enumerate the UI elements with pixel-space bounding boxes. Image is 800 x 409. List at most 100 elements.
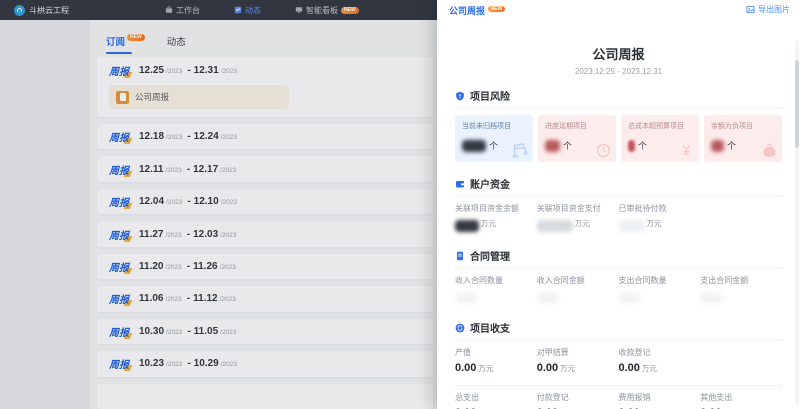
- masked-value: [628, 140, 635, 152]
- masked-value: [619, 220, 645, 232]
- tab-label: 动态: [167, 34, 186, 48]
- nav-new-badge: NEW: [341, 7, 359, 14]
- weekly-report-list: 周报 12.25/2023-12.31/2023 公司周报 周报 12.18/2…: [97, 57, 433, 409]
- date-start-year: /2023: [165, 232, 181, 239]
- stat-label: 付款登记: [537, 392, 619, 404]
- date-end-year: /2023: [220, 329, 236, 336]
- stat-unit: 万元: [642, 363, 657, 374]
- stat-approved-pending: 已审批待付款 万元: [619, 203, 701, 234]
- report-row[interactable]: 周报 10.30/2023-11.05/2023: [97, 319, 433, 344]
- date-separator: -: [187, 196, 190, 207]
- date-start-year: /2023: [165, 264, 181, 271]
- date-end-year: /2023: [221, 68, 237, 75]
- date-end-year: /2023: [221, 199, 237, 206]
- date-start-year: /2023: [166, 68, 182, 75]
- yen-icon: [678, 142, 695, 159]
- report-row[interactable]: 周报 11.20/2023-11.26/2023: [97, 254, 433, 279]
- masked-value: [455, 293, 477, 303]
- panel-scrollbar-thumb[interactable]: [795, 60, 799, 148]
- nav-item-smartboard[interactable]: 智能看板 NEW: [295, 5, 359, 16]
- image-icon: [746, 5, 755, 14]
- stat-value: 0.00: [537, 362, 558, 374]
- date-end-year: /2023: [220, 296, 236, 303]
- masked-value: [537, 220, 573, 232]
- stat-unit: 万元: [560, 363, 575, 374]
- tab-subscribed[interactable]: 订阅 NEW: [106, 34, 145, 54]
- date-range: 12.25/2023-12.31/2023: [139, 65, 239, 76]
- stat-total-expense: 总支出 0.00万元: [455, 392, 537, 409]
- risk-card-label: 余额为负项目: [711, 121, 776, 131]
- logo-icon: [14, 5, 25, 16]
- date-end: 11.05: [194, 326, 218, 337]
- report-row[interactable]: 周报 11.06/2023-11.12/2023: [97, 286, 433, 311]
- date-end: 12.24: [194, 131, 219, 142]
- date-end-year: /2023: [221, 134, 237, 141]
- report-child-company-weekly[interactable]: 公司周报: [109, 85, 289, 109]
- date-start-year: /2023: [166, 361, 182, 368]
- report-row[interactable]: 周报 12.25/2023-12.31/2023: [97, 57, 433, 83]
- export-image-button[interactable]: 导出图片: [746, 4, 790, 15]
- report-row[interactable]: 周报 12.11/2023-12.17/2023: [97, 156, 433, 181]
- crane-icon: [511, 141, 529, 159]
- date-range: 10.30/2023-11.05/2023: [139, 326, 238, 337]
- risk-card-cost-overrun: 总成本超预算项目 个: [621, 115, 699, 162]
- date-separator: -: [187, 229, 190, 240]
- clock-icon: [595, 142, 612, 159]
- stat-income-contract-amount: 收入合同金额: [537, 275, 619, 306]
- briefcase-icon: [165, 6, 173, 14]
- weekly-tag: 周报: [109, 259, 129, 274]
- report-child-label: 公司周报: [135, 91, 169, 103]
- weekly-tag: 周报: [109, 194, 129, 209]
- date-end-year: /2023: [220, 264, 236, 271]
- app-logo[interactable]: 斗栱云工程: [14, 5, 69, 16]
- date-range: 11.20/2023-11.26/2023: [139, 261, 238, 272]
- date-end: 12.31: [194, 65, 219, 76]
- document-icon: [455, 251, 465, 261]
- nav-item-workbench[interactable]: 工作台: [165, 5, 200, 16]
- date-start: 11.27: [139, 229, 163, 240]
- tab-activity[interactable]: 动态: [167, 34, 186, 54]
- weekly-tag: 周报: [109, 324, 129, 339]
- stat-unit: 万元: [647, 218, 662, 229]
- date-start: 12.18: [139, 131, 164, 142]
- date-range: 11.06/2023-11.12/2023: [139, 293, 238, 304]
- stat-expense-contract-amount: 支出合同金额: [700, 275, 782, 306]
- date-end: 12.03: [193, 229, 218, 240]
- section-title: 项目风险: [470, 88, 510, 103]
- report-row[interactable]: 周报 10.23/2023-10.29/2023: [97, 351, 433, 376]
- activity-icon: [234, 6, 242, 14]
- report-date-range: 2023.12.25 - 2023.12.31: [437, 67, 800, 76]
- panel-header: 公司周报 NEW 导出图片: [437, 0, 800, 34]
- tab-badge: NEW: [127, 34, 145, 41]
- report-row[interactable]: 周报 11.27/2023-12.03/2023: [97, 221, 433, 246]
- report-title: 公司周报: [437, 44, 800, 63]
- stat-owner-settlement: 对甲结算 0.00万元: [537, 347, 619, 378]
- report-row[interactable]: 周报 12.18/2023-12.24/2023: [97, 124, 433, 149]
- stat-income-contract-count: 收入合同数量: [455, 275, 537, 306]
- date-start: 10.23: [139, 358, 164, 369]
- stat-label: 支出合同数量: [619, 275, 701, 287]
- report-row-partial[interactable]: [97, 384, 433, 409]
- date-separator: -: [187, 326, 190, 337]
- date-separator: -: [187, 293, 190, 304]
- section-title: 项目收支: [470, 320, 510, 335]
- masked-value: [711, 140, 724, 152]
- date-range: 12.04/2023-12.10/2023: [139, 196, 239, 207]
- date-start: 10.30: [139, 326, 164, 337]
- row-divider: [455, 385, 782, 386]
- risk-card-label: 进度延期项目: [545, 121, 610, 131]
- panel-breadcrumb-label: 公司周报: [449, 6, 485, 16]
- risk-card-unarchived: 当前未归档项目 个: [455, 115, 533, 162]
- risk-card-label: 当前未归档项目: [462, 121, 527, 131]
- date-separator: -: [187, 261, 190, 272]
- stat-label: 产值: [455, 347, 537, 359]
- panel-breadcrumb[interactable]: 公司周报 NEW: [449, 4, 505, 17]
- report-row[interactable]: 周报 12.04/2023-12.10/2023: [97, 189, 433, 214]
- masked-value: [619, 293, 641, 303]
- nav-item-feed[interactable]: 动态: [234, 5, 261, 16]
- stat-label: 收入合同数量: [455, 275, 537, 287]
- date-end-year: /2023: [220, 232, 236, 239]
- weekly-tag: 周报: [109, 63, 129, 78]
- stat-label: 收款登记: [619, 347, 701, 359]
- weekly-tag: 周报: [109, 227, 129, 242]
